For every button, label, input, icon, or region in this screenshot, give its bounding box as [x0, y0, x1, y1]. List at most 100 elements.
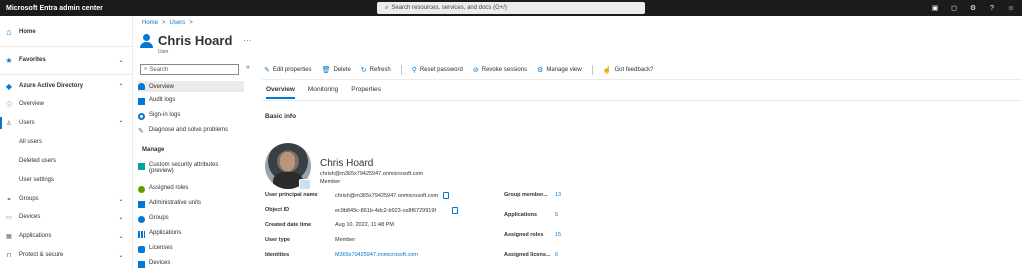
breadcrumb-separator: >	[162, 20, 166, 26]
nav-home[interactable]: ⌂ Home	[0, 23, 133, 41]
menu-item-custom-security-attributes[interactable]: Custom security attributes (preview)	[138, 162, 244, 174]
stat-value-applications[interactable]: 5	[555, 212, 558, 218]
tab-strip: Overview Monitoring Properties	[266, 86, 381, 99]
basic-info-heading: Basic info	[265, 113, 297, 120]
home-icon: ⌂	[6, 27, 12, 37]
prop-value-upn: chrish@m365x79425947.onmicrosoft.com	[335, 192, 450, 199]
nav-selected-indicator	[0, 117, 2, 129]
cloud-shell-icon[interactable]: ▣	[930, 2, 940, 14]
nav-favorites[interactable]: ★ Favorites ⌄	[0, 51, 133, 69]
reset-password-button[interactable]: ⚲ Reset password	[412, 66, 463, 74]
nav-deleted-users-label: Deleted users	[19, 158, 57, 164]
audit-log-icon	[138, 98, 145, 105]
menu-item-devices[interactable]: Devices	[138, 260, 244, 268]
menu-item-label: Audit logs	[149, 97, 176, 103]
nav-all-users[interactable]: All users	[0, 133, 133, 151]
menu-item-label: Sign-in logs	[149, 112, 181, 118]
settings-gear-icon[interactable]: ⚙	[968, 2, 978, 14]
chevron-up-icon: ⌃	[118, 120, 124, 127]
delete-button[interactable]: 🗑 Delete	[322, 66, 351, 74]
menu-item-label: Overview	[149, 83, 175, 90]
prop-value-object-id: ec9b849c-861b-4dc2-b923-ce8f6729919f	[335, 207, 458, 214]
page-title: Chris Hoard	[158, 33, 233, 48]
menu-item-sign-in-logs[interactable]: Sign-in logs	[138, 112, 244, 120]
manage-view-label: Manage view	[546, 67, 582, 73]
nav-groups-label: Groups	[19, 196, 39, 202]
nav-applications[interactable]: ▦ Applications ⌄	[0, 227, 133, 245]
search-icon: ⌕	[385, 4, 389, 11]
nav-groups[interactable]: ⚭ Groups ⌄	[0, 190, 133, 208]
manage-view-button[interactable]: ⚙ Manage view	[537, 66, 582, 74]
feedback-person-icon[interactable]: ☺	[1006, 2, 1016, 14]
admin-units-icon	[138, 201, 145, 208]
apps-icon	[138, 231, 145, 238]
devices-icon: ▭	[6, 214, 12, 221]
search-icon: ⌕	[144, 66, 148, 72]
wrench-icon: ✎	[138, 128, 144, 135]
copy-icon[interactable]	[452, 207, 458, 214]
global-search-input[interactable]: ⌕ Search resources, services, and docs (…	[377, 2, 645, 14]
menu-item-groups[interactable]: Groups	[138, 215, 244, 223]
menu-item-audit-logs[interactable]: Audit logs	[138, 97, 244, 105]
nav-divider	[0, 46, 133, 47]
main-content: Home > Users > Chris Hoard ··· User ⌕ Se…	[134, 16, 1022, 270]
star-icon: ★	[5, 55, 13, 65]
brand-title[interactable]: Microsoft Entra admin center	[0, 5, 330, 12]
menu-item-administrative-units[interactable]: Administrative units	[138, 200, 244, 208]
menu-item-licenses[interactable]: Licenses	[138, 245, 244, 253]
sign-in-log-icon	[138, 113, 145, 120]
command-divider	[400, 65, 402, 75]
menu-item-applications[interactable]: Applications	[138, 230, 244, 238]
menu-item-assigned-roles[interactable]: Assigned roles	[138, 185, 244, 193]
nav-overview-label: Overview	[19, 101, 45, 107]
revoke-sessions-button[interactable]: ⊘ Revoke sessions	[473, 66, 527, 74]
collapse-menu-button[interactable]: «	[246, 64, 250, 71]
nav-users[interactable]: ♙ Users ⌃	[0, 114, 133, 132]
copy-icon[interactable]	[443, 192, 450, 199]
help-icon[interactable]: ?	[987, 2, 997, 14]
menu-search-input[interactable]: ⌕ Search	[140, 64, 239, 75]
stat-value-group-memberships[interactable]: 13	[555, 192, 561, 198]
camera-icon[interactable]	[299, 179, 311, 190]
feedback-button[interactable]: ☝ Got feedback?	[603, 66, 654, 74]
info-icon: ⓘ	[5, 102, 12, 109]
gear-icon: ⚙	[537, 67, 544, 74]
menu-item-label: Custom security attributes (preview)	[149, 162, 219, 174]
roles-icon	[138, 186, 145, 193]
nav-deleted-users[interactable]: Deleted users	[0, 152, 133, 170]
user-icon	[140, 33, 153, 48]
menu-item-overview[interactable]: Overview	[138, 81, 244, 92]
menu-item-label: Applications	[149, 230, 182, 236]
chevron-down-icon: ⌄	[118, 214, 124, 221]
global-search-placeholder: Search resources, services, and docs (G+…	[391, 5, 507, 11]
refresh-label: Refresh	[369, 67, 391, 73]
menu-item-label: Licenses	[149, 245, 173, 251]
prop-value-identities[interactable]: M365x79425947.onmicrosoft.com	[335, 252, 418, 258]
tab-monitoring[interactable]: Monitoring	[308, 86, 338, 99]
page-subtitle: User	[158, 49, 169, 55]
edit-properties-button[interactable]: ✎ Edit properties	[264, 66, 312, 74]
breadcrumb-users[interactable]: Users	[170, 20, 186, 26]
user-icon: ♙	[6, 120, 12, 127]
notifications-icon[interactable]: ◻	[949, 2, 959, 14]
breadcrumb-home[interactable]: Home	[142, 20, 158, 26]
nav-favorites-label: Favorites	[19, 57, 46, 63]
nav-user-settings-label: User settings	[19, 177, 55, 183]
apps-icon: ▦	[6, 233, 12, 240]
menu-section-manage: Manage	[142, 147, 165, 153]
stat-value-assigned-roles[interactable]: 15	[555, 232, 561, 238]
nav-user-settings[interactable]: User settings	[0, 171, 133, 189]
tab-overview[interactable]: Overview	[266, 86, 295, 99]
license-icon	[138, 246, 145, 253]
refresh-button[interactable]: ↻ Refresh	[361, 66, 391, 74]
more-options-button[interactable]: ···	[243, 36, 251, 45]
tab-properties[interactable]: Properties	[351, 86, 381, 99]
nav-devices[interactable]: ▭ Devices ⌄	[0, 208, 133, 226]
nav-protect-secure[interactable]: ⊓ Protect & secure ⌄	[0, 246, 133, 264]
menu-item-diagnose[interactable]: ✎ Diagnose and solve problems	[138, 127, 244, 135]
stat-value-assigned-licenses[interactable]: 6	[555, 252, 558, 258]
attributes-icon	[138, 163, 145, 170]
nav-overview[interactable]: ⓘ Overview	[0, 95, 133, 113]
nav-azure-ad[interactable]: ◆ Azure Active Directory ⌃	[0, 77, 133, 95]
prop-label-user-type: User type	[265, 237, 291, 243]
